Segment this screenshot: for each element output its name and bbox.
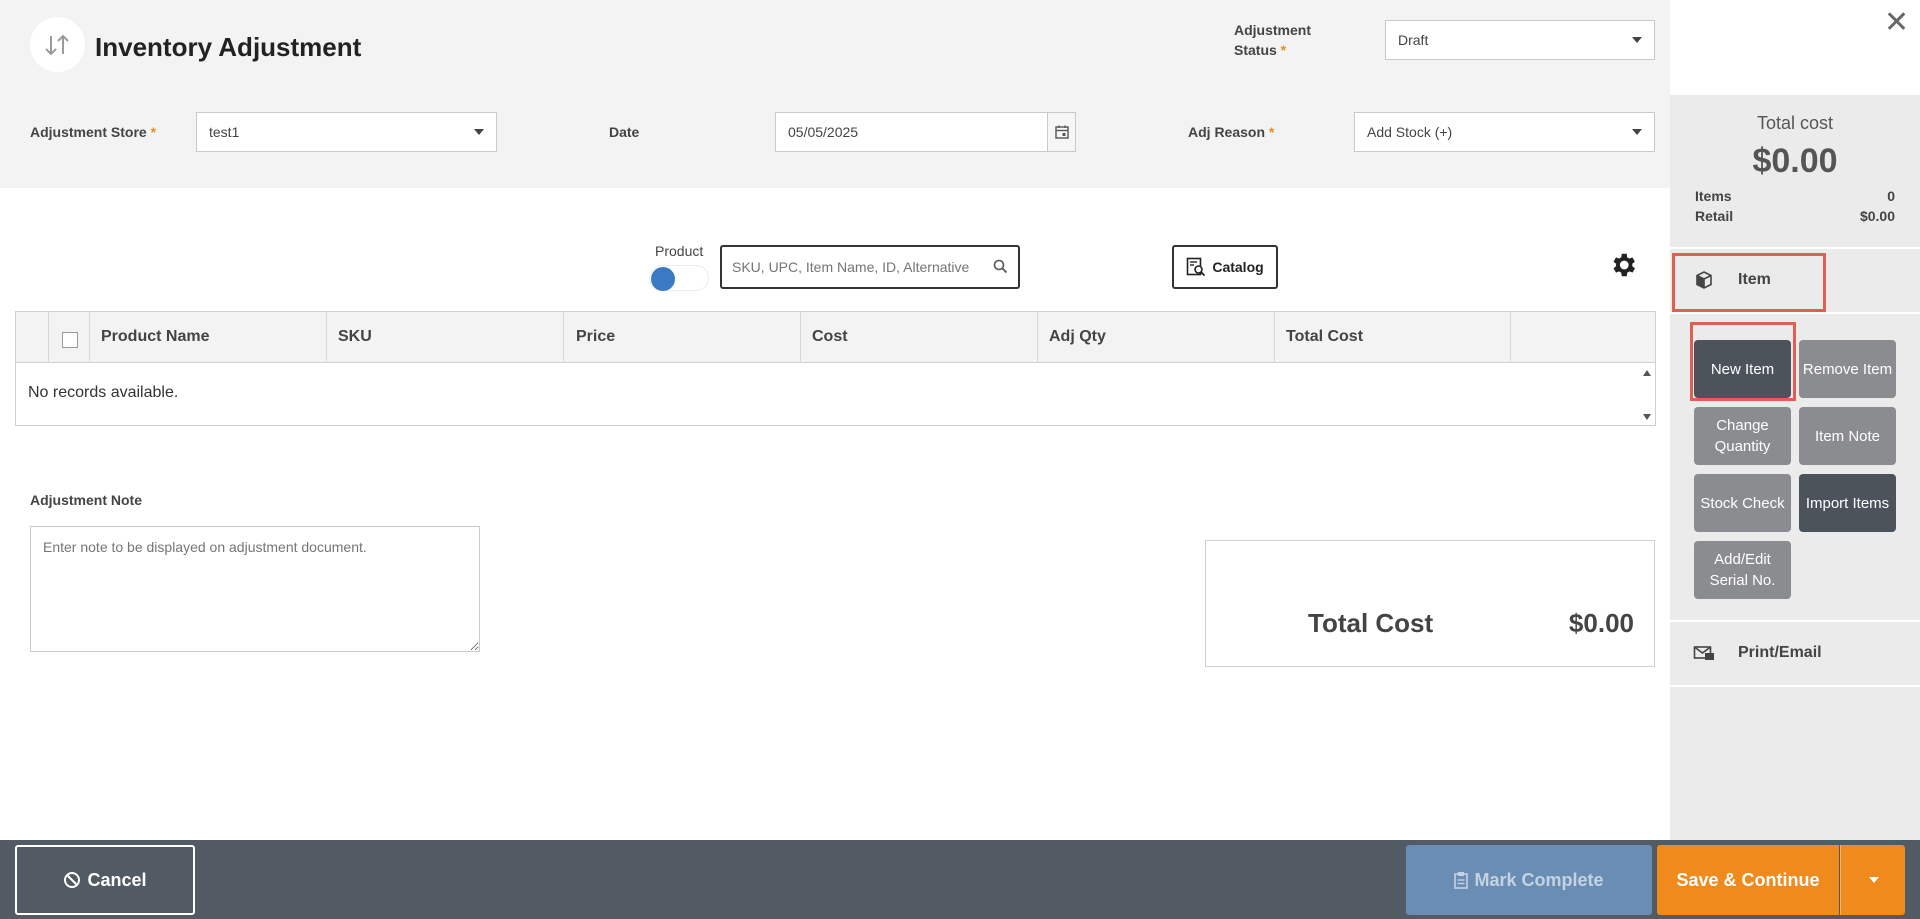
- store-label: Adjustment Store *: [30, 124, 156, 140]
- cancel-label: Cancel: [87, 869, 147, 890]
- date-input-value: 05/05/2025: [788, 124, 859, 140]
- stock-check-button[interactable]: Stock Check: [1694, 474, 1791, 532]
- search-input[interactable]: [722, 247, 977, 287]
- column-divider: [800, 312, 801, 363]
- column-divider: [563, 312, 564, 363]
- adjustment-logo: [30, 17, 85, 72]
- panel-total-cost-value: $0.00: [1752, 142, 1838, 180]
- item-section-label: Item: [1738, 271, 1771, 288]
- item-section-button[interactable]: Item: [1670, 250, 1920, 310]
- grid-header: Product Name SKU Price Cost Adj Qty Tota…: [16, 312, 1655, 363]
- status-label: Adjustment Status *: [1234, 20, 1311, 60]
- total-cost-label: Total Cost: [1308, 608, 1434, 638]
- chevron-down-icon: [1632, 129, 1642, 135]
- toggle-knob: [651, 267, 675, 291]
- column-product-name[interactable]: Product Name: [101, 328, 209, 346]
- required-marker: *: [150, 124, 157, 140]
- print-email-icon: [1692, 644, 1716, 662]
- store-label-text: Adjustment Store: [30, 124, 147, 140]
- status-label-line2: Status: [1234, 42, 1277, 58]
- catalog-label: Catalog: [1212, 259, 1264, 275]
- product-toggle-label: Product: [655, 243, 704, 259]
- save-options-dropdown[interactable]: [1840, 845, 1905, 915]
- column-price[interactable]: Price: [576, 328, 615, 346]
- reason-select-value: Add Stock (+): [1367, 124, 1453, 140]
- total-cost-value: $0.00: [1568, 608, 1634, 638]
- ban-icon: [63, 871, 81, 889]
- serial-number-button[interactable]: Add/Edit Serial No.: [1694, 541, 1791, 599]
- scroll-down-icon[interactable]: [1643, 414, 1651, 420]
- footer-bar: Cancel Mark Complete Save & Continue: [0, 840, 1920, 919]
- remove-item-button[interactable]: Remove Item: [1799, 340, 1896, 398]
- scroll-up-icon[interactable]: [1643, 370, 1651, 376]
- clipboard-icon: [1454, 871, 1469, 889]
- panel-divider: [1670, 312, 1920, 314]
- search-icon[interactable]: [993, 259, 1008, 279]
- cancel-button[interactable]: Cancel: [15, 845, 195, 915]
- status-label-line1: Adjustment: [1234, 22, 1311, 38]
- panel-divider: [1670, 247, 1920, 249]
- panel-divider: [1670, 620, 1920, 622]
- retail-row: Retail $0.00: [1695, 208, 1895, 224]
- column-sku[interactable]: SKU: [338, 328, 372, 346]
- items-count-row: Items 0: [1695, 188, 1895, 204]
- select-all-checkbox[interactable]: [62, 332, 78, 348]
- import-items-button[interactable]: Import Items: [1799, 474, 1896, 532]
- item-note-button[interactable]: Item Note: [1799, 407, 1896, 465]
- catalog-search-icon: [1186, 257, 1206, 277]
- reason-select[interactable]: Add Stock (+): [1354, 112, 1655, 152]
- column-divider: [326, 312, 327, 363]
- print-email-label: Print/Email: [1738, 644, 1822, 661]
- swap-arrows-icon: [44, 34, 69, 55]
- change-quantity-button[interactable]: Change Quantity: [1694, 407, 1791, 465]
- save-continue-button[interactable]: Save & Continue: [1657, 845, 1839, 915]
- gear-icon[interactable]: [1608, 250, 1638, 285]
- product-search: [720, 245, 1020, 289]
- print-email-button[interactable]: Print/Email: [1670, 623, 1920, 683]
- box-icon: [1692, 270, 1716, 290]
- column-cost[interactable]: Cost: [812, 328, 848, 346]
- reason-label-text: Adj Reason: [1188, 124, 1266, 140]
- date-input[interactable]: 05/05/2025: [775, 112, 1076, 152]
- column-divider: [48, 312, 49, 363]
- close-icon[interactable]: ✕: [1884, 8, 1909, 38]
- total-cost-summary: Total Cost $0.00: [1205, 540, 1655, 667]
- note-label: Adjustment Note: [30, 492, 142, 508]
- column-divider: [1274, 312, 1275, 363]
- column-divider: [1510, 312, 1511, 363]
- chevron-down-icon: [474, 129, 484, 135]
- required-marker: *: [1268, 124, 1275, 140]
- panel-divider: [1670, 685, 1920, 687]
- page-title: Inventory Adjustment: [95, 32, 362, 62]
- required-marker: *: [1280, 42, 1287, 58]
- status-select[interactable]: Draft: [1385, 20, 1655, 60]
- calendar-icon[interactable]: [1047, 113, 1075, 151]
- retail-label: Retail: [1695, 208, 1734, 224]
- store-select[interactable]: test1: [196, 112, 497, 152]
- empty-state-text: No records available.: [28, 384, 179, 401]
- column-adj-qty[interactable]: Adj Qty: [1049, 328, 1106, 346]
- column-divider: [89, 312, 90, 363]
- items-grid: Product Name SKU Price Cost Adj Qty Tota…: [15, 311, 1656, 426]
- items-value: 0: [1887, 188, 1895, 204]
- new-item-button[interactable]: New Item: [1694, 340, 1791, 398]
- side-panel: Total cost $0.00 Items 0 Retail $0.00 It…: [1670, 95, 1920, 840]
- store-select-value: test1: [209, 124, 240, 140]
- chevron-down-icon: [1632, 37, 1642, 43]
- chevron-down-icon: [1869, 877, 1879, 883]
- mark-complete-button[interactable]: Mark Complete: [1406, 845, 1652, 915]
- column-total-cost[interactable]: Total Cost: [1286, 328, 1363, 346]
- date-label: Date: [609, 124, 640, 140]
- product-toggle[interactable]: [649, 265, 709, 291]
- reason-label: Adj Reason *: [1188, 124, 1274, 140]
- status-select-value: Draft: [1398, 32, 1429, 48]
- items-label: Items: [1695, 188, 1732, 204]
- mark-complete-label: Mark Complete: [1474, 869, 1604, 890]
- adjustment-note-field[interactable]: [30, 526, 480, 652]
- catalog-button[interactable]: Catalog: [1172, 245, 1278, 289]
- column-divider: [1037, 312, 1038, 363]
- retail-value: $0.00: [1859, 208, 1895, 224]
- panel-total-cost-label: Total cost: [1756, 113, 1834, 133]
